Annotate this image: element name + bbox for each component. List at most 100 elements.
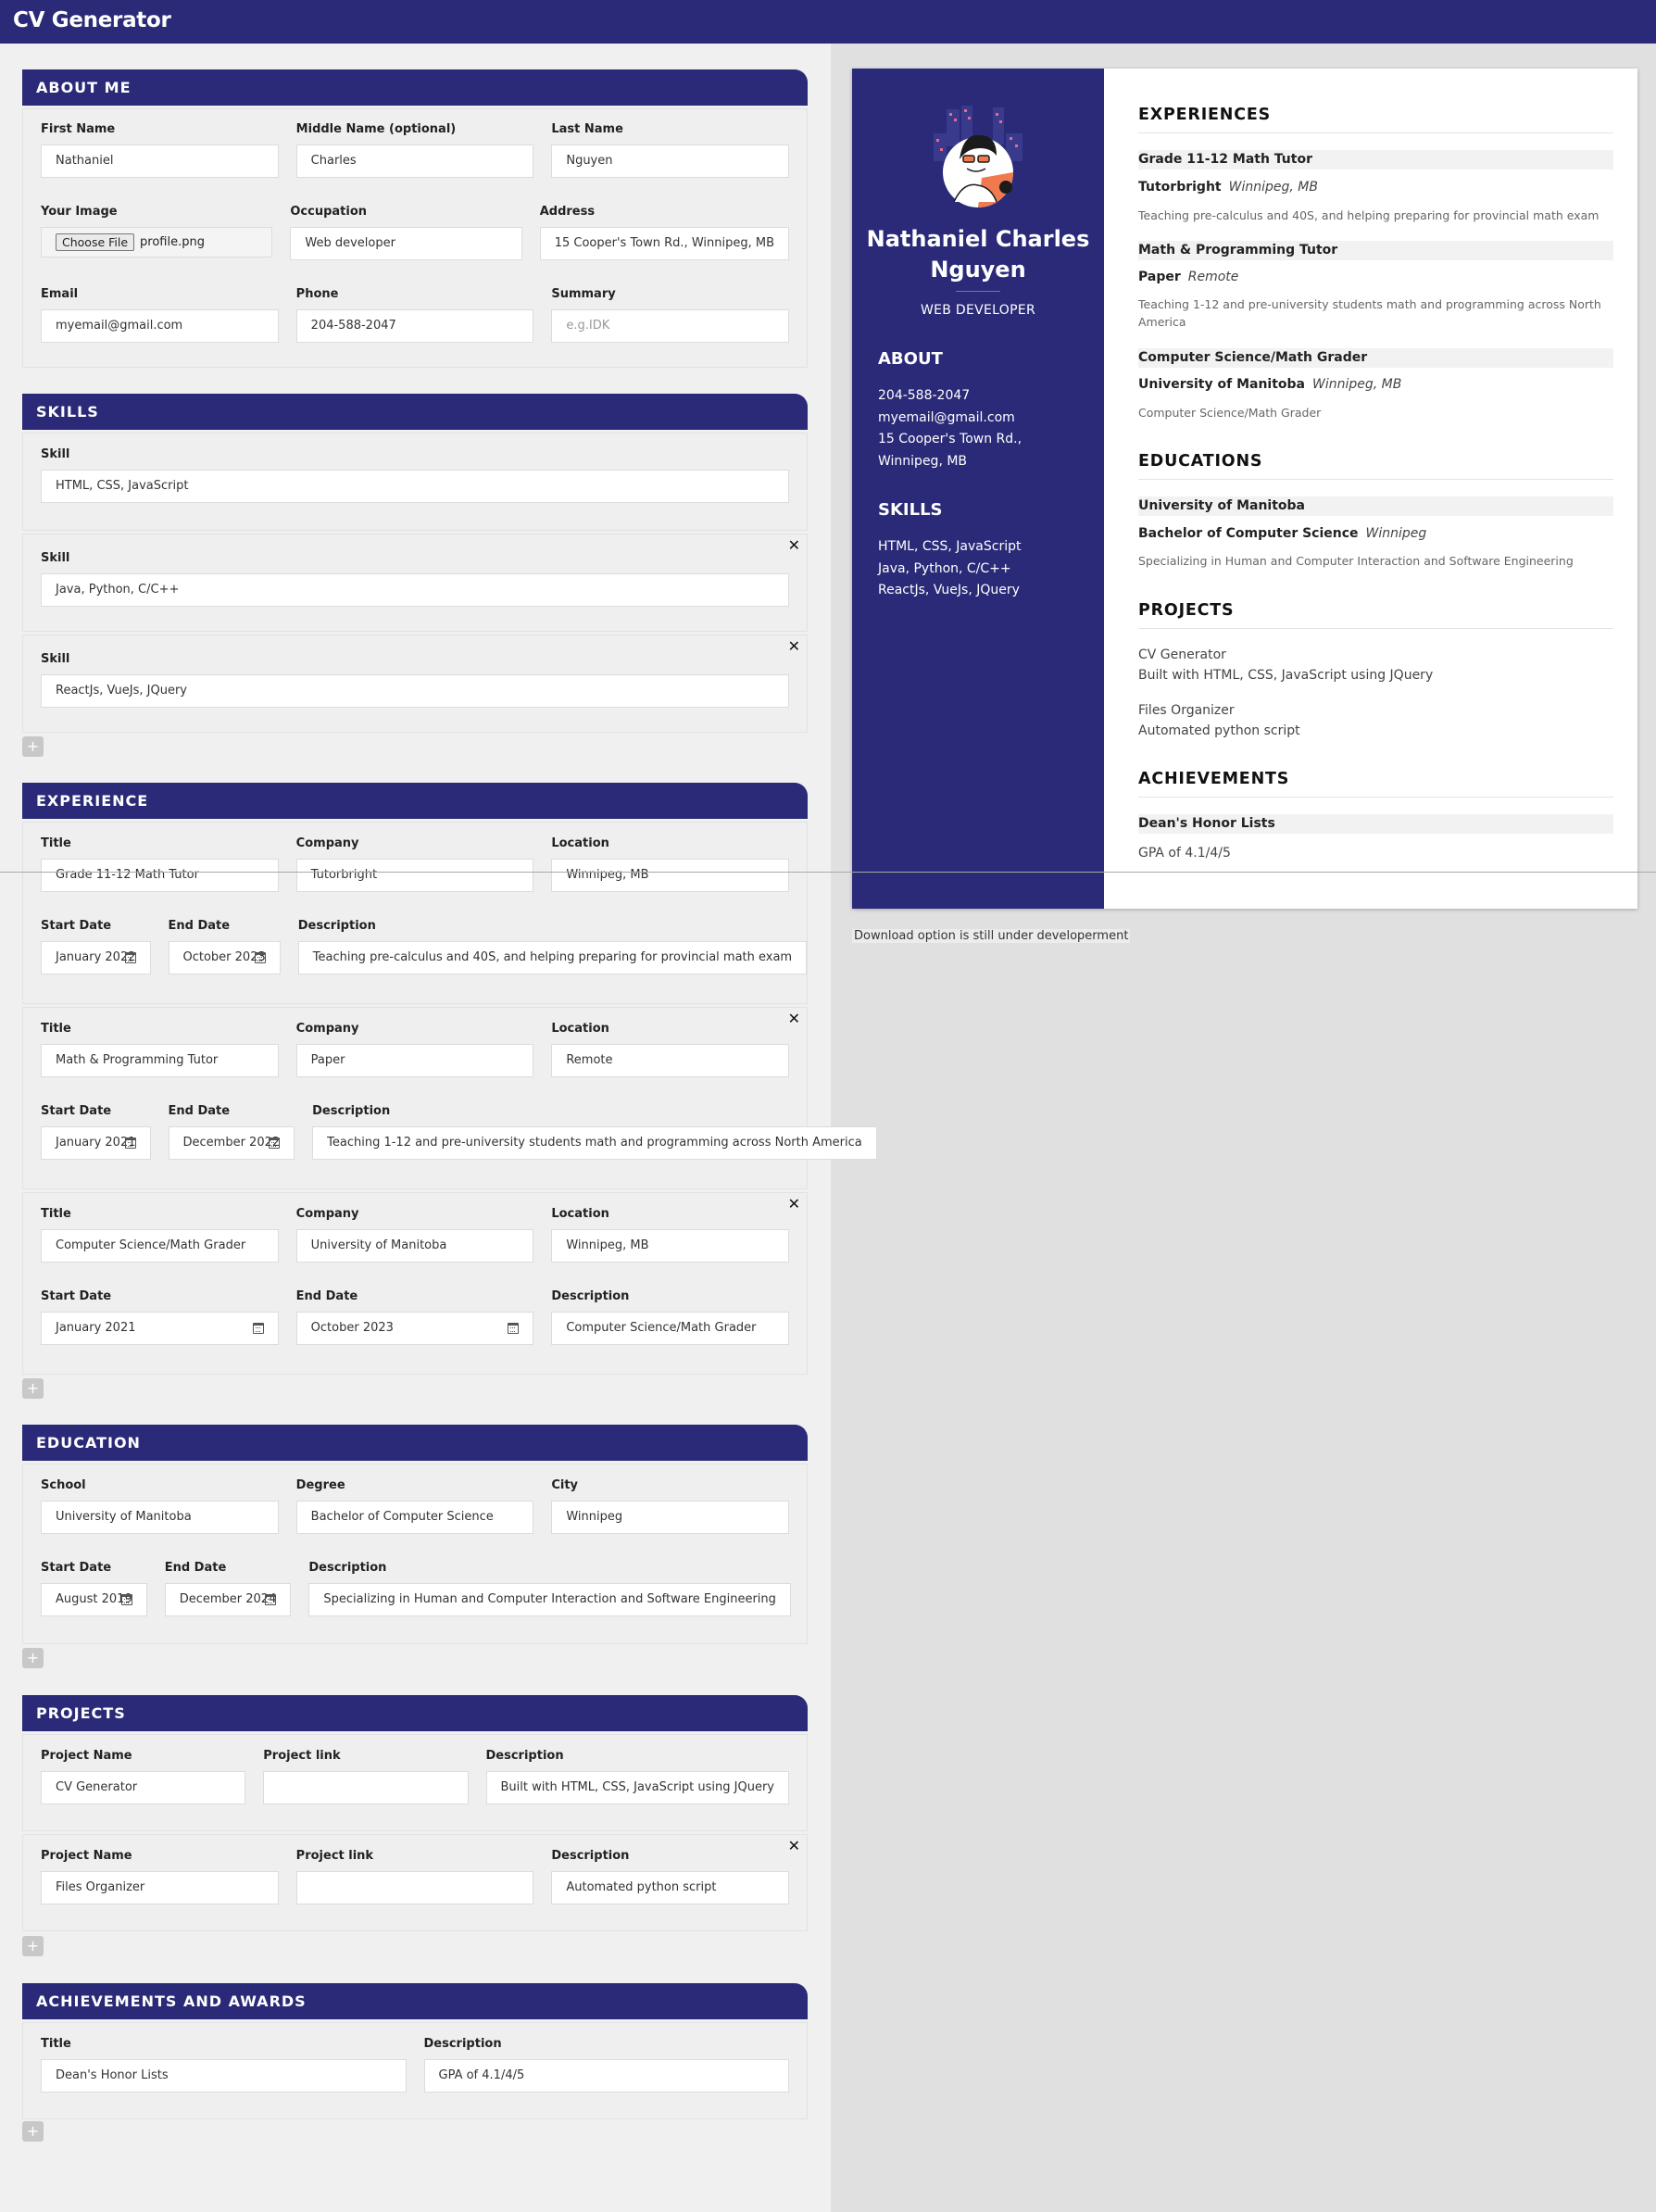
exp-title-label: Title bbox=[41, 1207, 71, 1221]
edu-school-label: School bbox=[41, 1478, 86, 1492]
edu-end-input[interactable]: December 2024 bbox=[164, 1583, 292, 1616]
ach-desc-input[interactable]: GPA of 4.1/4/5 bbox=[423, 2059, 789, 2093]
exp-start-input[interactable]: January 2022 bbox=[41, 941, 151, 974]
address-input[interactable]: 15 Cooper's Town Rd., Winnipeg, MB bbox=[539, 227, 789, 260]
cv-project-name: CV Generator bbox=[1138, 647, 1226, 662]
exp-desc-input[interactable]: Teaching 1-12 and pre-university student… bbox=[312, 1126, 877, 1160]
exp-location-label: Location bbox=[551, 836, 609, 850]
exp-start-input[interactable]: January 2021 bbox=[41, 1126, 151, 1160]
exp-location-input[interactable]: Winnipeg, MB bbox=[551, 1229, 790, 1263]
edu-school-input[interactable]: University of Manitoba bbox=[41, 1501, 279, 1534]
skill-input[interactable]: ReactJs, VueJs, JQuery bbox=[41, 674, 789, 708]
exp-location-input[interactable]: Remote bbox=[551, 1044, 790, 1077]
project-name-input[interactable]: Files Organizer bbox=[41, 1871, 279, 1904]
exp-company-input[interactable]: Paper bbox=[295, 1044, 534, 1077]
add-skill-button[interactable]: + bbox=[22, 736, 44, 757]
calendar-icon[interactable] bbox=[124, 1137, 136, 1149]
project-desc-input[interactable]: Automated python script bbox=[551, 1871, 790, 1904]
exp-location-input[interactable]: Winnipeg, MB bbox=[551, 859, 790, 892]
cv-projects-heading: PROJECTS bbox=[1138, 601, 1235, 620]
skill-input[interactable]: HTML, CSS, JavaScript bbox=[41, 470, 789, 503]
projects-section: PROJECTS Project Name CV Generator Projec… bbox=[22, 1695, 808, 1931]
divider bbox=[1138, 479, 1613, 480]
cv-skill: HTML, CSS, JavaScript bbox=[878, 539, 1022, 554]
cv-exp-company-name: Paper bbox=[1138, 270, 1181, 284]
add-education-button[interactable]: + bbox=[22, 1648, 44, 1668]
edu-start-input[interactable]: August 2019 bbox=[41, 1583, 147, 1616]
exp-company-input[interactable]: University of Manitoba bbox=[295, 1229, 534, 1263]
exp-end-value: October 2023 bbox=[310, 1321, 394, 1335]
cv-edu-desc: Specializing in Human and Computer Inter… bbox=[1138, 554, 1574, 568]
cv-exp-company-name: University of Manitoba bbox=[1138, 377, 1305, 392]
about-heading: ABOUT ME bbox=[22, 69, 808, 106]
remove-skill-button[interactable]: ✕ bbox=[788, 538, 800, 553]
calendar-icon[interactable] bbox=[124, 952, 136, 963]
experience-heading: EXPERIENCE bbox=[22, 783, 808, 819]
exp-title-input[interactable]: Grade 11-12 Math Tutor bbox=[41, 859, 279, 892]
cv-exp-location: Winnipeg, MB bbox=[1228, 180, 1318, 195]
add-project-button[interactable]: + bbox=[22, 1936, 44, 1956]
project-desc-label: Description bbox=[485, 1749, 564, 1763]
add-achievement-button[interactable]: + bbox=[22, 2121, 44, 2142]
cv-skill: ReactJs, VueJs, JQuery bbox=[878, 583, 1020, 597]
project-desc-input[interactable]: Built with HTML, CSS, JavaScript using J… bbox=[485, 1771, 789, 1804]
project-name-label: Project Name bbox=[41, 1849, 132, 1863]
edu-desc-input[interactable]: Specializing in Human and Computer Inter… bbox=[308, 1583, 791, 1616]
middle-name-input[interactable]: Charles bbox=[295, 145, 534, 178]
remove-experience-button[interactable]: ✕ bbox=[788, 1012, 800, 1026]
exp-company-input[interactable]: Tutorbright bbox=[295, 859, 534, 892]
exp-end-input[interactable]: October 2023 bbox=[168, 941, 281, 974]
remove-project-button[interactable]: ✕ bbox=[788, 1839, 800, 1854]
exp-start-input[interactable]: January 2021 bbox=[41, 1312, 279, 1345]
experience-card: ✕ Title Math & Programming Tutor Company P… bbox=[22, 1007, 877, 1189]
skill-input[interactable]: Java, Python, C/C++ bbox=[41, 573, 789, 607]
calendar-icon[interactable] bbox=[265, 1594, 277, 1605]
calendar-icon[interactable] bbox=[269, 1137, 281, 1149]
skill-label: Skill bbox=[41, 551, 70, 565]
cv-exp-company-name: Tutorbright bbox=[1138, 180, 1222, 195]
edu-degree-input[interactable]: Bachelor of Computer Science bbox=[295, 1501, 534, 1534]
about-section: ABOUT ME First Name Nathaniel Middle Name… bbox=[22, 69, 808, 368]
calendar-icon[interactable] bbox=[254, 952, 266, 963]
calendar-icon[interactable] bbox=[120, 1594, 132, 1605]
ach-title-input[interactable]: Dean's Honor Lists bbox=[41, 2059, 407, 2093]
skill-label: Skill bbox=[41, 652, 70, 666]
exp-desc-input[interactable]: Computer Science/Math Grader bbox=[551, 1312, 790, 1345]
cv-project: Files Organizer Automated python script bbox=[1138, 700, 1300, 741]
app-title: CV Generator bbox=[13, 8, 171, 32]
add-experience-button[interactable]: + bbox=[22, 1378, 44, 1399]
project-link-input[interactable] bbox=[295, 1871, 534, 1904]
phone-input[interactable]: 204-588-2047 bbox=[295, 309, 534, 343]
summary-input[interactable]: e.g.IDK bbox=[551, 309, 790, 343]
cv-exp-company: Paper Remote bbox=[1138, 270, 1238, 284]
cv-name-line2: Nguyen bbox=[930, 257, 1026, 283]
edu-city-input[interactable]: Winnipeg bbox=[551, 1501, 790, 1534]
exp-title-input[interactable]: Computer Science/Math Grader bbox=[41, 1229, 279, 1263]
occupation-input[interactable]: Web developer bbox=[290, 227, 522, 260]
project-card: ✕ Project Name Files Organizer Project li… bbox=[22, 1834, 808, 1931]
calendar-icon[interactable] bbox=[252, 1323, 264, 1334]
project-link-input[interactable] bbox=[263, 1771, 469, 1804]
remove-skill-button[interactable]: ✕ bbox=[788, 639, 800, 654]
cv-exp-title: Computer Science/Math Grader bbox=[1138, 348, 1613, 368]
exp-desc-input[interactable]: Teaching pre-calculus and 40S, and helpi… bbox=[297, 941, 808, 974]
projects-heading: PROJECTS bbox=[22, 1695, 808, 1731]
calendar-icon[interactable] bbox=[508, 1323, 520, 1334]
cv-edu-school: University of Manitoba bbox=[1138, 496, 1613, 516]
edu-city-label: City bbox=[551, 1478, 579, 1492]
email-input[interactable]: myemail@gmail.com bbox=[41, 309, 279, 343]
remove-experience-button[interactable]: ✕ bbox=[788, 1197, 800, 1212]
exp-desc-label: Description bbox=[312, 1104, 391, 1118]
cv-phone: 204-588-2047 bbox=[878, 388, 971, 403]
first-name-input[interactable]: Nathaniel bbox=[41, 145, 279, 178]
image-file-input[interactable]: Choose File profile.png bbox=[41, 227, 273, 258]
project-link-label: Project link bbox=[295, 1849, 374, 1863]
choose-file-button[interactable]: Choose File bbox=[56, 233, 135, 251]
last-name-input[interactable]: Nguyen bbox=[551, 145, 790, 178]
exp-end-input[interactable]: December 2022 bbox=[168, 1126, 295, 1160]
cv-experiences-heading: EXPERIENCES bbox=[1138, 106, 1272, 124]
exp-title-input[interactable]: Math & Programming Tutor bbox=[41, 1044, 279, 1077]
exp-end-input[interactable]: October 2023 bbox=[295, 1312, 534, 1345]
project-name-input[interactable]: CV Generator bbox=[41, 1771, 246, 1804]
exp-start-value: January 2021 bbox=[56, 1136, 136, 1150]
